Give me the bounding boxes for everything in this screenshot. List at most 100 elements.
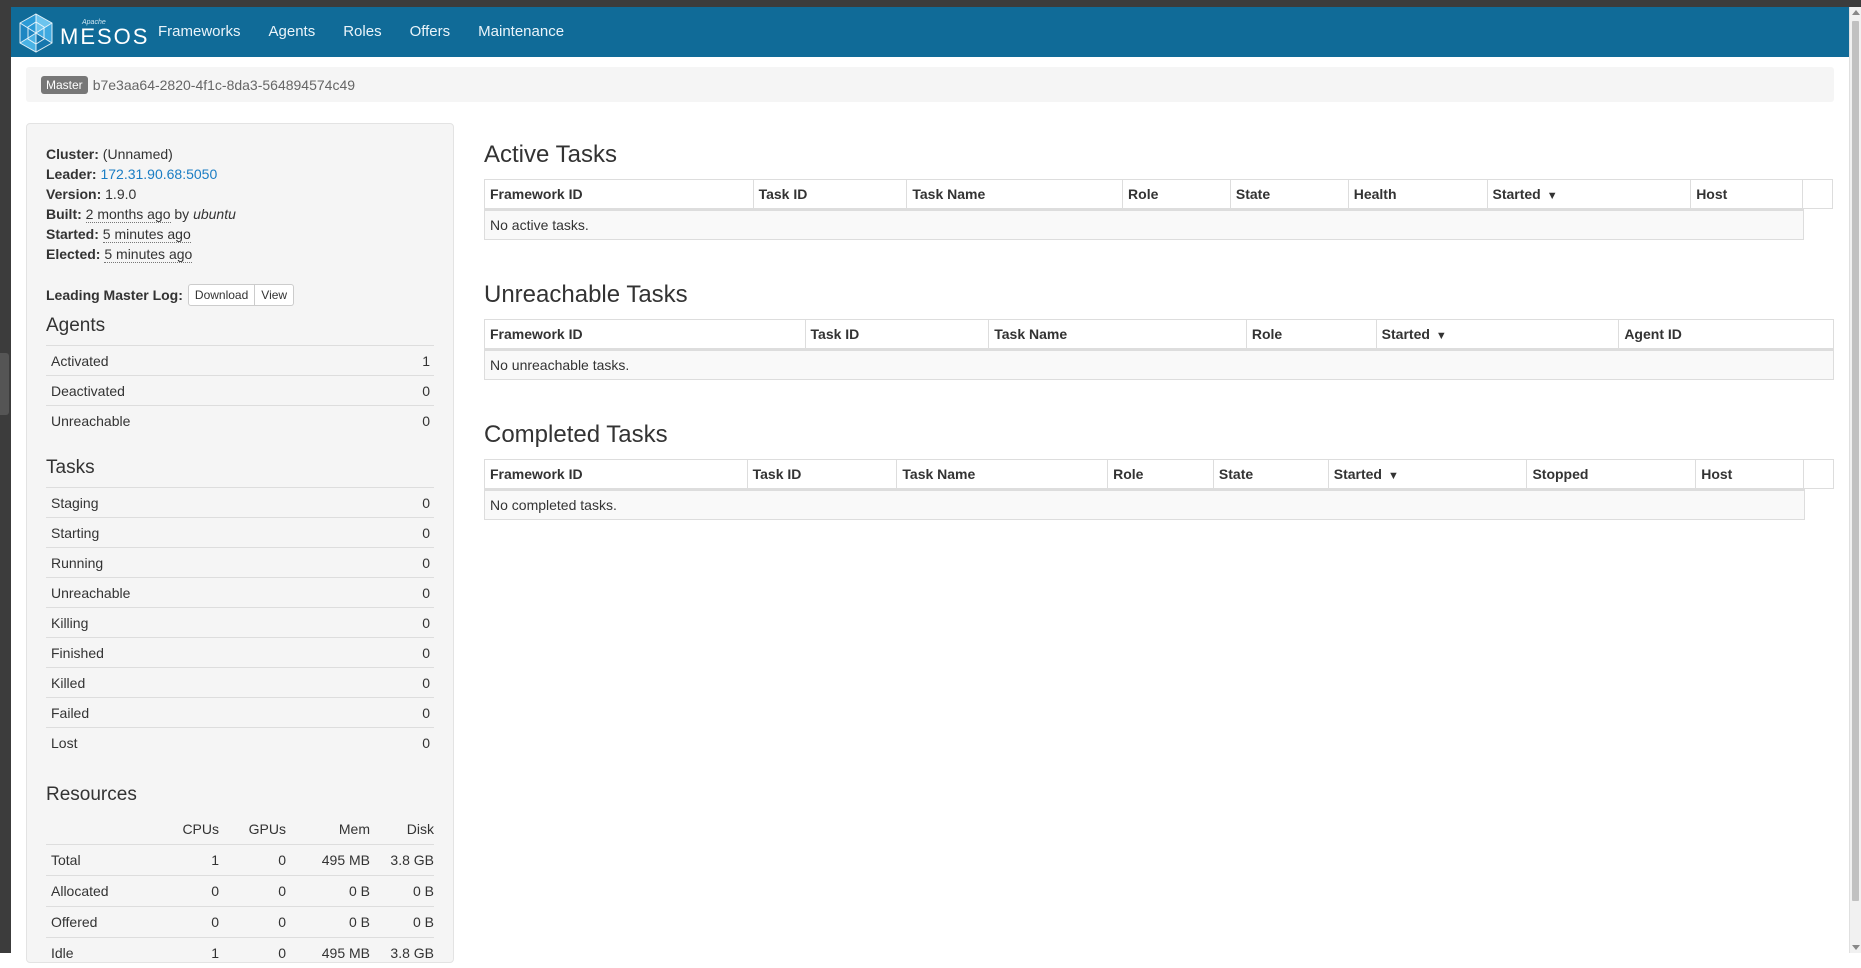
col-actions xyxy=(1803,180,1832,208)
unreachable-tasks-table: Framework ID Task ID Task Name Role Star… xyxy=(484,319,1834,380)
vertical-scrollbar[interactable] xyxy=(1849,7,1861,953)
view-log-button[interactable]: View xyxy=(255,284,295,306)
sort-desc-icon: ▼ xyxy=(1546,190,1558,202)
row-label: Killing xyxy=(51,614,89,631)
nav-frameworks[interactable]: Frameworks xyxy=(144,7,255,57)
col-started-label: Started xyxy=(1381,326,1430,342)
cluster-label: Cluster: xyxy=(46,146,99,162)
started-label: Started: xyxy=(46,226,99,242)
completed-tasks-empty: No completed tasks. xyxy=(484,489,1805,520)
col-started[interactable]: Started ▼ xyxy=(1377,320,1620,348)
col-framework-id[interactable]: Framework ID xyxy=(485,460,748,488)
active-tasks-table: Framework ID Task ID Task Name Role Stat… xyxy=(484,179,1833,240)
built-by-text: by xyxy=(174,206,190,222)
completed-tasks-heading: Completed Tasks xyxy=(484,421,668,448)
col-actions xyxy=(1804,460,1833,488)
row-label: Starting xyxy=(51,524,100,541)
nav-agents[interactable]: Agents xyxy=(255,7,330,57)
row-label: Activated xyxy=(51,352,109,369)
col-state[interactable]: State xyxy=(1214,460,1329,488)
tasks-row-killed: Killed 0 xyxy=(46,667,434,697)
col-stopped[interactable]: Stopped xyxy=(1527,460,1697,488)
brand[interactable]: Apache MESOS xyxy=(18,10,149,56)
cpus-value: 0 xyxy=(211,883,219,899)
sort-desc-icon: ▼ xyxy=(1435,330,1447,342)
active-tasks-empty: No active tasks. xyxy=(484,209,1804,240)
row-label: Lost xyxy=(51,734,78,751)
cpus-value: 1 xyxy=(211,852,219,868)
gpus-value: 0 xyxy=(278,852,286,868)
gpus-value: 0 xyxy=(278,945,286,961)
row-value: 0 xyxy=(422,734,430,751)
row-label: Total xyxy=(51,852,81,868)
row-value: 0 xyxy=(422,382,430,399)
mem-value: 495 MB xyxy=(321,945,370,961)
unreachable-tasks-empty: No unreachable tasks. xyxy=(484,349,1834,380)
col-framework-id[interactable]: Framework ID xyxy=(485,320,806,348)
tasks-row-failed: Failed 0 xyxy=(46,697,434,727)
col-host[interactable]: Host xyxy=(1691,180,1804,208)
mesos-logo-icon xyxy=(19,13,53,53)
row-value: 0 xyxy=(422,704,430,721)
col-role[interactable]: Role xyxy=(1247,320,1377,348)
row-label: Staging xyxy=(51,494,99,511)
col-task-name[interactable]: Task Name xyxy=(897,460,1109,488)
side-dock-handle[interactable] xyxy=(0,353,9,415)
download-log-button[interactable]: Download xyxy=(187,284,256,306)
row-value: 0 xyxy=(422,524,430,541)
row-label: Offered xyxy=(51,914,98,930)
mem-value: 0 B xyxy=(348,914,370,930)
col-header-gpus: GPUs xyxy=(248,820,286,837)
agents-table: Activated 1 Deactivated 0 Unreachable 0 xyxy=(46,345,434,435)
col-started[interactable]: Started ▼ xyxy=(1329,460,1528,488)
master-badge: Master xyxy=(41,75,88,94)
row-label: Allocated xyxy=(51,883,109,899)
tasks-table: Staging 0 Starting 0 Running 0 Unreachable 0… xyxy=(46,487,434,757)
row-label: Unreachable xyxy=(51,412,131,429)
col-task-name[interactable]: Task Name xyxy=(989,320,1247,348)
col-role[interactable]: Role xyxy=(1108,460,1214,488)
unreachable-tasks-header: Framework ID Task ID Task Name Role Star… xyxy=(484,319,1834,349)
nav-roles[interactable]: Roles xyxy=(329,7,395,57)
built-label: Built: xyxy=(46,206,82,222)
col-state[interactable]: State xyxy=(1231,180,1349,208)
row-label: Running xyxy=(51,554,104,571)
col-role[interactable]: Role xyxy=(1123,180,1231,208)
col-agent-id[interactable]: Agent ID xyxy=(1619,320,1833,348)
col-health[interactable]: Health xyxy=(1349,180,1488,208)
completed-tasks-header: Framework ID Task ID Task Name Role Stat… xyxy=(484,459,1834,489)
elected-value: 5 minutes ago xyxy=(104,246,193,263)
scroll-down-icon[interactable] xyxy=(1852,945,1860,950)
row-label: Deactivated xyxy=(51,382,125,399)
disk-value: 3.8 GB xyxy=(390,945,434,961)
col-started[interactable]: Started ▼ xyxy=(1488,180,1692,208)
breadcrumb: Master b7e3aa64-2820-4f1c-8da3-564894574… xyxy=(26,67,1834,102)
col-framework-id[interactable]: Framework ID xyxy=(485,180,754,208)
row-value: 0 xyxy=(422,584,430,601)
row-value: 0 xyxy=(422,644,430,661)
leader-link[interactable]: 172.31.90.68:5050 xyxy=(100,166,217,182)
col-task-id[interactable]: Task ID xyxy=(748,460,898,488)
col-task-id[interactable]: Task ID xyxy=(754,180,908,208)
tasks-row-killing: Killing 0 xyxy=(46,607,434,637)
col-host[interactable]: Host xyxy=(1696,460,1805,488)
scrollbar-thumb[interactable] xyxy=(1852,21,1859,901)
built-by: ubuntu xyxy=(193,206,236,222)
active-tasks-header: Framework ID Task ID Task Name Role Stat… xyxy=(484,179,1833,209)
version-value: 1.9.0 xyxy=(105,186,137,202)
col-task-name[interactable]: Task Name xyxy=(907,180,1124,208)
disk-value: 3.8 GB xyxy=(390,852,434,868)
nav-maintenance[interactable]: Maintenance xyxy=(464,7,578,57)
navbar: Apache MESOS Frameworks Agents Roles Off… xyxy=(11,7,1851,57)
agents-row-unreachable: Unreachable 0 xyxy=(46,405,434,435)
scroll-up-icon[interactable] xyxy=(1852,10,1860,15)
resources-table: CPUs GPUs Mem Disk Total 1 0 495 MB 3.8 … xyxy=(46,813,434,968)
completed-tasks-table: Framework ID Task ID Task Name Role Stat… xyxy=(484,459,1834,520)
agents-heading: Agents xyxy=(46,315,106,336)
nav-offers[interactable]: Offers xyxy=(396,7,465,57)
col-task-id[interactable]: Task ID xyxy=(806,320,990,348)
tasks-row-finished: Finished 0 xyxy=(46,637,434,667)
row-label: Killed xyxy=(51,674,86,691)
row-value: 0 xyxy=(422,494,430,511)
master-id: b7e3aa64-2820-4f1c-8da3-564894574c49 xyxy=(92,76,356,93)
